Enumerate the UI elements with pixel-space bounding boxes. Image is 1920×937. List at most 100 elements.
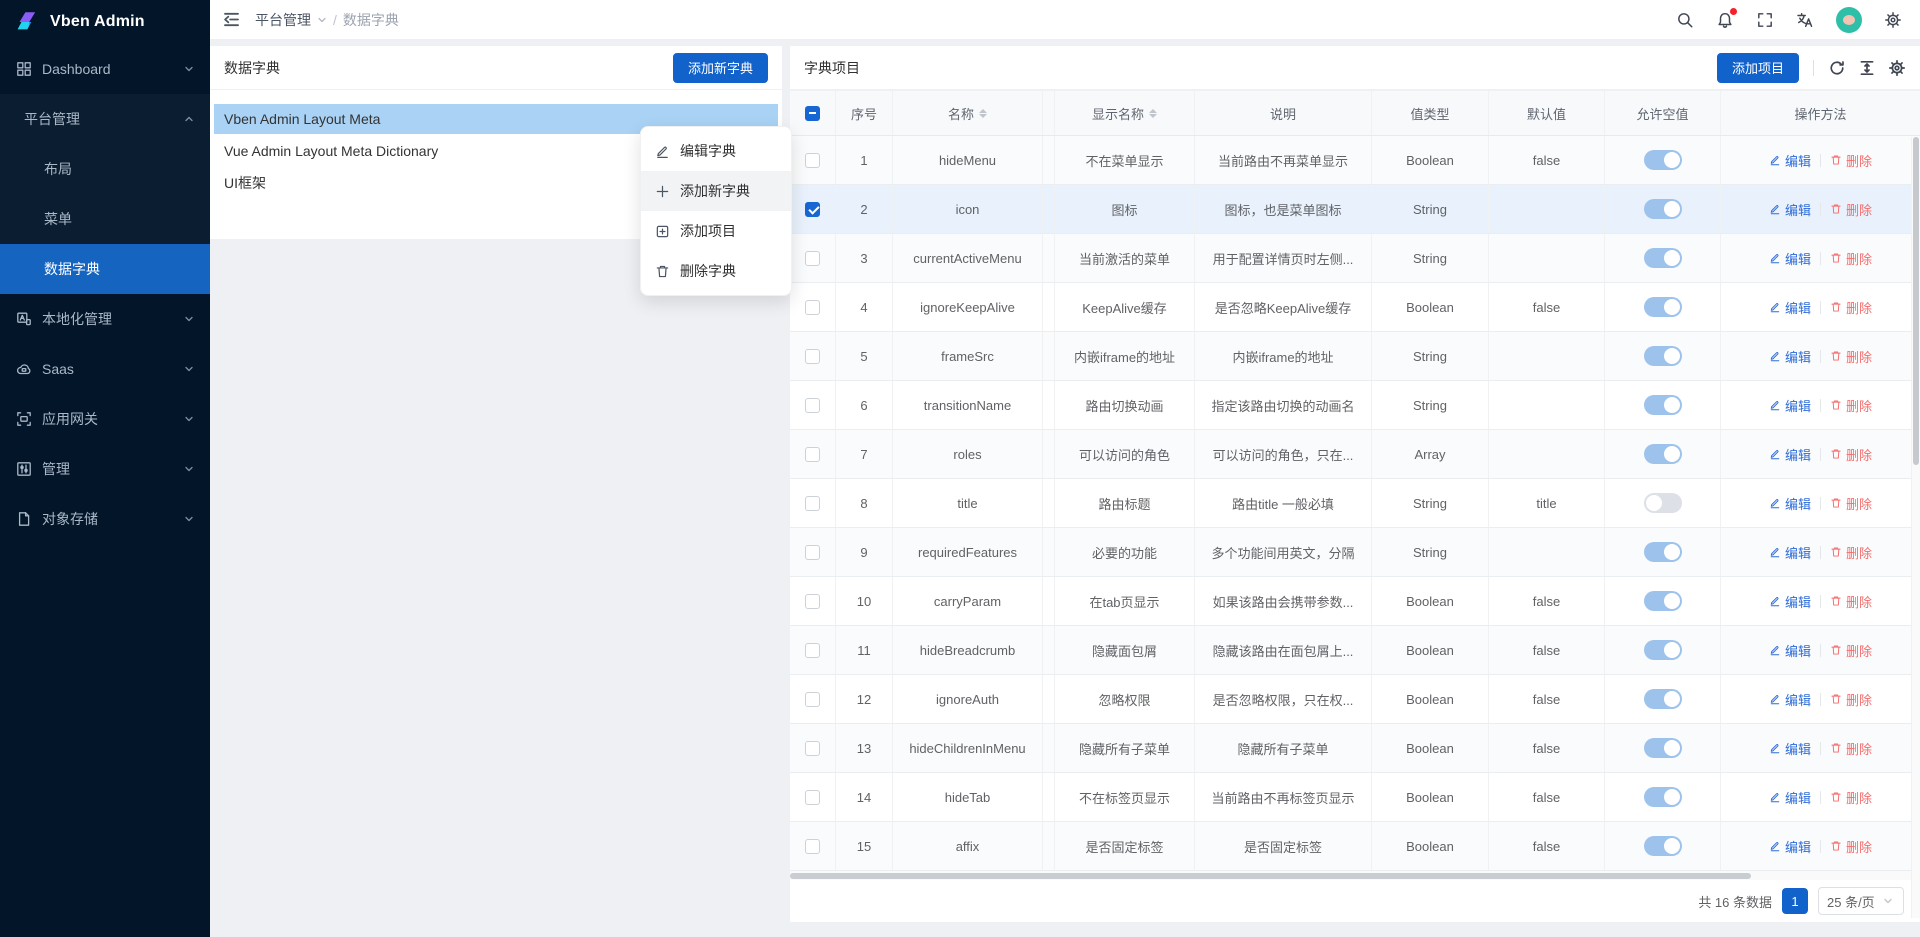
edit-button[interactable]: 编辑 [1769, 739, 1811, 758]
allow-empty-toggle[interactable] [1644, 346, 1682, 366]
app-logo[interactable]: Vben Admin [0, 0, 210, 44]
vertical-scrollbar[interactable] [1911, 137, 1920, 918]
edit-button[interactable]: 编辑 [1769, 494, 1811, 513]
delete-button[interactable]: 删除 [1830, 837, 1872, 856]
delete-button[interactable]: 删除 [1830, 592, 1872, 611]
menu-fold-icon[interactable] [222, 10, 241, 29]
delete-button[interactable]: 删除 [1830, 396, 1872, 415]
page-size-select[interactable]: 25 条/页 [1818, 887, 1904, 915]
edit-button[interactable]: 编辑 [1769, 690, 1811, 709]
edit-button[interactable]: 编辑 [1769, 837, 1811, 856]
row-checkbox[interactable] [805, 839, 820, 854]
allow-empty-toggle[interactable] [1644, 836, 1682, 856]
row-checkbox[interactable] [805, 741, 820, 756]
sidebar-item-dashboard[interactable]: Dashboard [0, 44, 210, 94]
allow-empty-toggle[interactable] [1644, 689, 1682, 709]
language-translate-icon[interactable] [1796, 11, 1814, 29]
fullscreen-icon[interactable] [1756, 11, 1774, 29]
row-height-icon[interactable] [1858, 59, 1876, 77]
sidebar-item-gateway[interactable]: 应用网关 [0, 394, 210, 444]
row-checkbox[interactable] [805, 692, 820, 707]
search-icon[interactable] [1676, 11, 1694, 29]
edit-button[interactable]: 编辑 [1769, 788, 1811, 807]
edit-button[interactable]: 编辑 [1769, 445, 1811, 464]
allow-empty-toggle[interactable] [1644, 248, 1682, 268]
context-menu-item-edit-dictionary[interactable]: 编辑字典 [641, 131, 791, 171]
cell-display-name: 不在标签页显示 [1055, 773, 1195, 821]
row-checkbox[interactable] [805, 594, 820, 609]
allow-empty-toggle[interactable] [1644, 444, 1682, 464]
edit-button[interactable]: 编辑 [1769, 543, 1811, 562]
scrollbar-thumb[interactable] [790, 873, 1751, 879]
edit-button[interactable]: 编辑 [1769, 200, 1811, 219]
allow-empty-toggle[interactable] [1644, 591, 1682, 611]
table-settings-gear-icon[interactable] [1888, 59, 1906, 77]
delete-button[interactable]: 删除 [1830, 543, 1872, 562]
delete-button[interactable]: 删除 [1830, 347, 1872, 366]
sort-icon[interactable] [979, 109, 987, 118]
row-checkbox[interactable] [805, 545, 820, 560]
allow-empty-toggle[interactable] [1644, 542, 1682, 562]
allow-empty-toggle[interactable] [1644, 395, 1682, 415]
allow-empty-toggle[interactable] [1644, 199, 1682, 219]
context-menu-item-delete-dictionary[interactable]: 删除字典 [641, 251, 791, 291]
delete-button[interactable]: 删除 [1830, 151, 1872, 170]
sidebar-item-saas[interactable]: Saas [0, 344, 210, 394]
row-checkbox[interactable] [805, 153, 820, 168]
column-header-display-name[interactable]: 显示名称 [1055, 91, 1195, 135]
delete-button[interactable]: 删除 [1830, 690, 1872, 709]
delete-button[interactable]: 删除 [1830, 298, 1872, 317]
sidebar-item-admin[interactable]: 管理 [0, 444, 210, 494]
delete-button[interactable]: 删除 [1830, 445, 1872, 464]
edit-button[interactable]: 编辑 [1769, 592, 1811, 611]
row-checkbox[interactable] [805, 349, 820, 364]
sidebar-item-storage[interactable]: 对象存储 [0, 494, 210, 544]
row-checkbox[interactable] [805, 398, 820, 413]
context-menu-item-add-item[interactable]: 添加项目 [641, 211, 791, 251]
allow-empty-toggle[interactable] [1644, 787, 1682, 807]
row-checkbox[interactable] [805, 202, 820, 217]
breadcrumb-parent[interactable]: 平台管理 [255, 10, 311, 30]
refresh-icon[interactable] [1828, 59, 1846, 77]
allow-empty-toggle[interactable] [1644, 738, 1682, 758]
sidebar-group-header[interactable]: 平台管理 [0, 94, 210, 144]
allow-empty-toggle[interactable] [1644, 150, 1682, 170]
edit-button[interactable]: 编辑 [1769, 641, 1811, 660]
delete-button[interactable]: 删除 [1830, 200, 1872, 219]
sort-icon[interactable] [1149, 109, 1157, 118]
allow-empty-toggle[interactable] [1644, 493, 1682, 513]
row-checkbox[interactable] [805, 300, 820, 315]
settings-gear-icon[interactable] [1884, 11, 1902, 29]
allow-empty-toggle[interactable] [1644, 640, 1682, 660]
delete-button[interactable]: 删除 [1830, 641, 1872, 660]
row-checkbox[interactable] [805, 790, 820, 805]
context-menu-item-add-dictionary[interactable]: 添加新字典 [641, 171, 791, 211]
row-checkbox[interactable] [805, 496, 820, 511]
delete-button[interactable]: 删除 [1830, 739, 1872, 758]
delete-button[interactable]: 删除 [1830, 494, 1872, 513]
sidebar-subitem[interactable]: 布局 [0, 144, 210, 194]
edit-button[interactable]: 编辑 [1769, 396, 1811, 415]
user-avatar[interactable] [1836, 7, 1862, 33]
add-dictionary-button[interactable]: 添加新字典 [673, 53, 768, 83]
add-item-button[interactable]: 添加项目 [1717, 53, 1799, 83]
row-checkbox[interactable] [805, 251, 820, 266]
scrollbar-thumb[interactable] [1913, 137, 1919, 465]
sidebar-subitem[interactable]: 菜单 [0, 194, 210, 244]
sidebar-subitem[interactable]: 数据字典 [0, 244, 210, 294]
select-all-checkbox[interactable] [805, 106, 820, 121]
page-number-button[interactable]: 1 [1782, 888, 1808, 914]
row-checkbox[interactable] [805, 447, 820, 462]
edit-button[interactable]: 编辑 [1769, 249, 1811, 268]
allow-empty-toggle[interactable] [1644, 297, 1682, 317]
edit-button[interactable]: 编辑 [1769, 347, 1811, 366]
delete-button[interactable]: 删除 [1830, 249, 1872, 268]
edit-button[interactable]: 编辑 [1769, 298, 1811, 317]
delete-button[interactable]: 删除 [1830, 788, 1872, 807]
edit-button[interactable]: 编辑 [1769, 151, 1811, 170]
column-header-name[interactable]: 名称 [893, 91, 1043, 135]
sidebar-item-localization[interactable]: 本地化管理 [0, 294, 210, 344]
horizontal-scrollbar[interactable] [790, 871, 1920, 880]
row-checkbox[interactable] [805, 643, 820, 658]
notification-bell-icon[interactable] [1716, 11, 1734, 29]
